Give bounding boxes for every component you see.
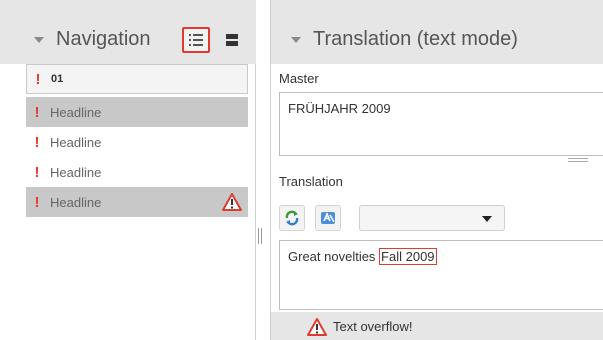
translate-icon	[321, 211, 335, 224]
navigation-panel: Navigation ! 01 ! Headline ! Headline ! …	[0, 0, 256, 340]
status-message: Text overflow!	[333, 319, 413, 334]
translation-title-label: Translation (text mode)	[313, 28, 518, 50]
issue-marker: !	[34, 163, 40, 181]
translation-panel: Translation (text mode) Master FRÜHJAHR …	[270, 0, 603, 340]
master-text: FRÜHJAHR 2009	[288, 101, 391, 116]
warning-icon	[307, 318, 327, 336]
navigation-title-label: Navigation	[56, 28, 151, 50]
list-item-label: Headline	[50, 194, 102, 210]
block-view-icon	[226, 34, 238, 46]
translation-title[interactable]: Translation (text mode)	[291, 28, 518, 51]
chevron-down-icon	[482, 216, 492, 222]
collapse-triangle-icon[interactable]	[291, 36, 301, 43]
issue-marker: !	[34, 103, 40, 121]
collapse-triangle-icon[interactable]	[34, 36, 44, 43]
translation-text-field[interactable]: Great novelties Fall 2009	[279, 240, 603, 310]
translation-text-overflow: Fall 2009	[379, 248, 437, 265]
language-select[interactable]	[359, 205, 505, 231]
master-text-field: FRÜHJAHR 2009	[279, 92, 603, 156]
navigation-group-01[interactable]: ! 01	[26, 64, 248, 94]
issue-marker: !	[34, 133, 40, 151]
translate-button[interactable]	[315, 205, 341, 231]
refresh-icon	[285, 210, 299, 226]
refresh-button[interactable]	[279, 205, 305, 231]
issue-marker: !	[34, 193, 40, 211]
list-item[interactable]: ! Headline	[26, 97, 248, 127]
master-label: Master	[279, 71, 319, 86]
warning-icon	[222, 193, 242, 211]
translation-text-fit: Great novelties	[288, 249, 380, 264]
group-label: 01	[51, 73, 64, 85]
list-item[interactable]: ! Headline	[26, 127, 248, 157]
navigation-title[interactable]: Navigation	[34, 28, 151, 51]
panel-splitter-handle[interactable]	[258, 228, 262, 244]
translation-header: Translation (text mode)	[271, 0, 603, 64]
resize-grip[interactable]	[568, 158, 588, 162]
list-item-label: Headline	[50, 164, 102, 180]
list-item-label: Headline	[50, 104, 102, 120]
list-item-label: Headline	[50, 134, 102, 150]
navigation-header: Navigation	[0, 0, 256, 64]
list-item[interactable]: ! Headline	[26, 187, 248, 217]
translation-label: Translation	[279, 174, 343, 189]
list-view-button[interactable]	[182, 27, 210, 53]
block-view-button[interactable]	[218, 27, 246, 53]
issue-marker: !	[35, 70, 41, 88]
list-view-icon	[189, 34, 203, 46]
list-item[interactable]: ! Headline	[26, 157, 248, 187]
